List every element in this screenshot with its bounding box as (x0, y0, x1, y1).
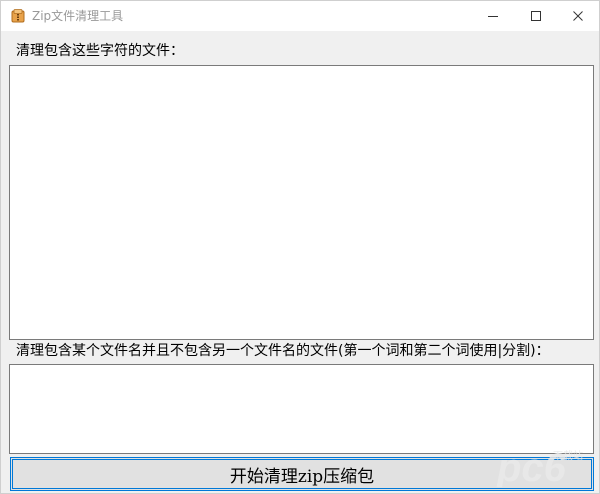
archive-icon (10, 8, 26, 24)
svg-text:下载站: 下载站 (553, 449, 583, 462)
pc6-watermark: pc6 下载站 (495, 437, 595, 490)
close-button[interactable] (556, 1, 600, 31)
include-chars-label: 清理包含这些字符的文件： (16, 43, 184, 59)
close-icon (572, 10, 584, 22)
title-bar[interactable]: Zip文件清理工具 (1, 1, 599, 31)
minimize-icon (487, 10, 499, 22)
maximize-icon (530, 10, 542, 22)
include-chars-textarea[interactable] (9, 65, 594, 340)
maximize-button[interactable] (514, 1, 558, 31)
app-window: Zip文件清理工具 清理包含这些字符的文件： 清理包含某个文件名并且不包含另一个… (0, 0, 600, 494)
include-exclude-names-label: 清理包含某个文件名并且不包含另一个文件名的文件(第一个词和第二个词使用|分割)： (16, 343, 550, 359)
minimize-button[interactable] (471, 1, 515, 31)
window-title: Zip文件清理工具 (32, 9, 124, 23)
